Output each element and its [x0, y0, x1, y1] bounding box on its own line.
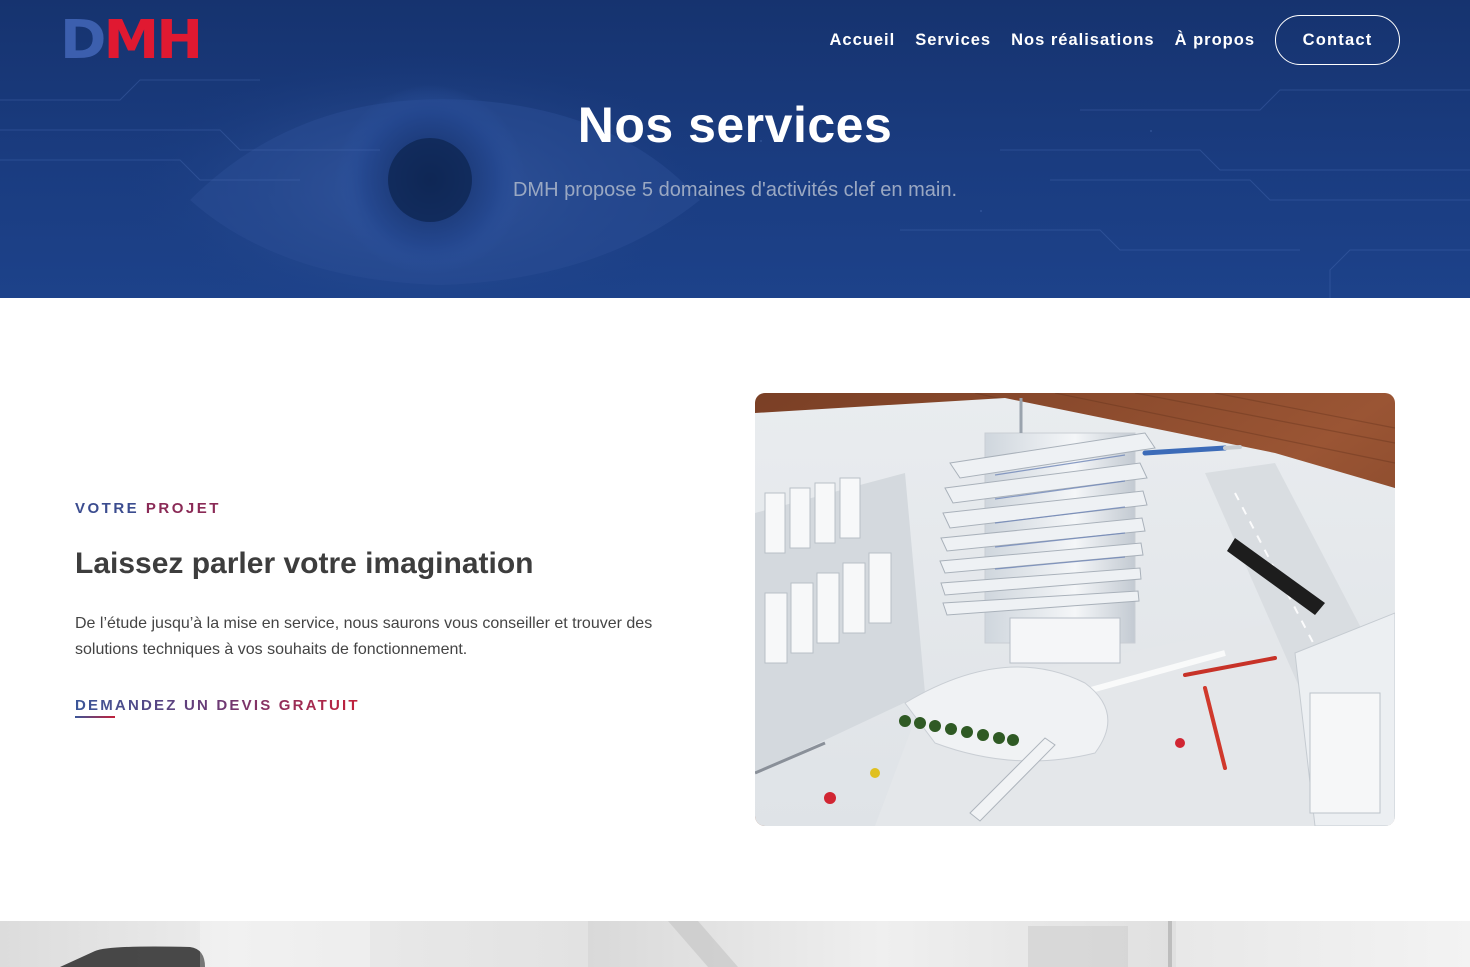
request-quote-link[interactable]: DEMANDEZ UN DEVIS GRATUIT	[75, 697, 360, 714]
service-card-image-2[interactable]	[588, 921, 1176, 967]
main-navigation: Accueil Services Nos réalisations À prop…	[830, 15, 1400, 65]
nav-item-accueil[interactable]: Accueil	[830, 31, 896, 50]
page-subtitle: DMH propose 5 domaines d'activités clef …	[512, 179, 958, 201]
cta-underline	[75, 716, 115, 718]
architecture-model-image	[755, 393, 1395, 826]
logo-letter-d: D	[60, 9, 107, 72]
nav-item-realisations[interactable]: Nos réalisations	[1011, 31, 1154, 50]
service-card-image-1[interactable]	[0, 921, 588, 967]
hero-banner: D MH Accueil Services Nos réalisations À…	[0, 0, 1470, 298]
section-kicker: VOTRE PROJET	[75, 500, 221, 517]
kicker-part-2: PROJET	[145, 500, 221, 517]
page-title: Nos services	[577, 97, 893, 153]
services-cards-strip	[0, 921, 1470, 967]
section-heading: Laissez parler votre imagination	[75, 547, 534, 580]
service-card-image-3[interactable]	[1176, 921, 1470, 967]
logo-letters-mh: MH	[103, 9, 203, 72]
contact-button[interactable]: Contact	[1275, 15, 1400, 65]
nav-item-a-propos[interactable]: À propos	[1175, 31, 1255, 50]
dmh-logo[interactable]: D MH	[60, 9, 203, 72]
kicker-part-1: VOTRE	[75, 500, 140, 517]
section-description: De l’étude jusqu’à la mise en service, n…	[75, 615, 653, 658]
nav-item-services[interactable]: Services	[915, 31, 991, 50]
